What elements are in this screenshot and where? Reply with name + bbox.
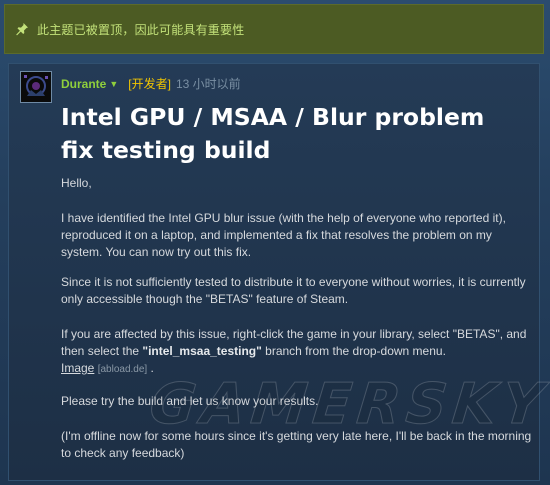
post-greeting: Hello,: [61, 176, 92, 190]
beta-branch-name: "intel_msaa_testing": [142, 344, 262, 358]
developer-badge: [开发者]: [128, 77, 171, 91]
sticky-notice-text: 此主题已被置顶，因此可能具有重要性: [37, 22, 245, 37]
author-name[interactable]: Durante: [61, 77, 106, 91]
avatar[interactable]: [20, 71, 52, 103]
post-paragraph-2: Since it is not sufficiently tested to d…: [61, 275, 526, 306]
discussion-post: Durante ▼ [开发者] 13 小时以前 Intel GPU / MSAA…: [8, 63, 540, 481]
author-line: Durante ▼ [开发者] 13 小时以前: [61, 75, 241, 92]
post-paragraph-5: (I'm offline now for some hours since it…: [61, 429, 532, 460]
post-paragraph-3: If you are affected by this issue, right…: [61, 326, 533, 378]
caret-down-icon[interactable]: ▼: [109, 79, 118, 89]
image-source: [abload.de]: [97, 364, 148, 375]
image-period: .: [150, 361, 154, 375]
paragraph-3-text-end: branch from the drop-down menu.: [261, 344, 446, 358]
post-title: Intel GPU / MSAA / Blur problem fix test…: [61, 103, 485, 164]
post-timestamp: 13 小时以前: [175, 77, 241, 91]
image-link[interactable]: Image: [61, 361, 94, 375]
post-paragraph-4: Please try the build and let us know you…: [61, 394, 319, 408]
sticky-notice-banner: 此主题已被置顶，因此可能具有重要性: [4, 4, 544, 54]
post-paragraph-1: I have identified the Intel GPU blur iss…: [61, 211, 506, 259]
pin-icon: [15, 22, 29, 36]
